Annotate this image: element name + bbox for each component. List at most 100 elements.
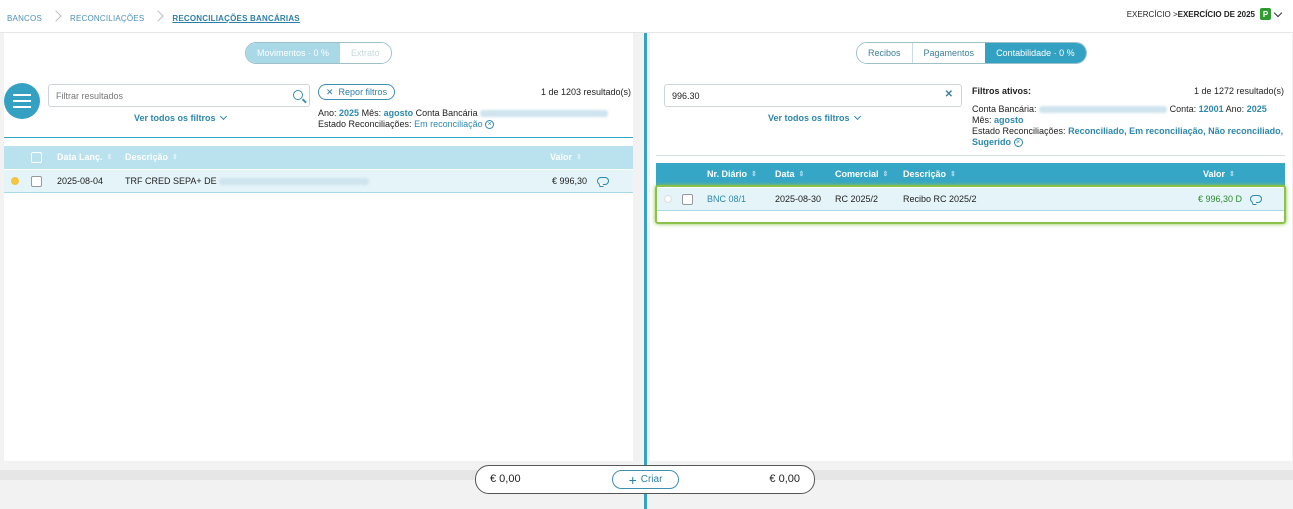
top-bar: Bancos Reconciliações Reconciliações Ban…: [0, 0, 1293, 33]
right-search-input[interactable]: 996.30 ✕: [664, 84, 962, 107]
col-label: Nr. Diário: [707, 169, 748, 179]
select-all-checkbox[interactable]: [31, 152, 42, 163]
reset-filters-button[interactable]: ✕ Repor filtros: [318, 84, 396, 100]
filter-estado-value: Reconciliado, Em reconciliação, Não reco…: [1068, 126, 1284, 136]
close-icon[interactable]: ✕: [945, 89, 953, 100]
sort-icon: ⇕: [798, 171, 805, 178]
search-value: 996.30: [672, 90, 700, 101]
redacted-name: [219, 178, 370, 186]
chevron-down-icon[interactable]: [1273, 8, 1283, 17]
panel-divider[interactable]: [644, 33, 647, 509]
remove-filter-icon[interactable]: ×: [485, 120, 495, 130]
col-data[interactable]: Data Lanç. ⇕: [57, 152, 112, 162]
row-value: € 996,30: [552, 176, 588, 186]
right-total: € 0,00: [769, 473, 800, 485]
left-search-input[interactable]: Filtrar resultados: [48, 84, 310, 107]
filter-estado-value-2: Sugerido: [972, 137, 1012, 147]
breadcrumb-reconciliacoes-bancarias[interactable]: Reconciliações Bancárias: [172, 14, 299, 23]
col-descricao[interactable]: Descrição ⇕: [125, 152, 178, 162]
row-date: 2025-08-04: [57, 176, 104, 186]
exercise-prefix: EXERCÍCIO >: [1126, 9, 1178, 19]
create-label: Criar: [640, 474, 663, 485]
row-checkbox[interactable]: [31, 176, 42, 187]
see-filters-label: Ver todos os filtros: [768, 113, 850, 123]
col-label: Data: [775, 169, 795, 179]
search-placeholder: Filtrar resultados: [56, 90, 124, 101]
tab-recibos[interactable]: Recibos: [857, 43, 912, 63]
status-dot-icon: [11, 177, 19, 185]
accounting-panel: Recibos Pagamentos Contabilidade · 0 % 9…: [650, 33, 1292, 461]
chevron-down-icon: [853, 112, 861, 121]
col-label: Valor: [1203, 169, 1226, 179]
left-active-filters: Ano: 2025 Mês: agosto Conta Bancária Est…: [318, 108, 628, 130]
filter-ano-label: Ano:: [1225, 104, 1245, 114]
tab-pagamentos[interactable]: Pagamentos: [911, 43, 986, 63]
row-description-text: TRF CRED SEPA+ DE: [125, 176, 217, 186]
chevron-down-icon: [219, 112, 227, 121]
menu-icon-line: [13, 100, 31, 102]
left-results-count: 1 de 1203 resultado(s): [540, 87, 631, 97]
sort-icon: ⇕: [172, 154, 178, 161]
breadcrumb-reconciliacoes[interactable]: Reconciliações: [70, 14, 144, 23]
col-data[interactable]: Data ⇕: [775, 169, 804, 179]
filter-ano-label: Ano:: [318, 108, 337, 118]
see-filters-label: Ver todos os filtros: [134, 113, 216, 123]
filter-conta2-value: 12001: [1198, 104, 1224, 114]
col-nr-diario[interactable]: Nr. Diário ⇕: [707, 169, 757, 179]
right-table-header: Nr. Diário ⇕ Data ⇕ Comercial ⇕ Descrição ⇕ …: [656, 163, 1285, 186]
left-divider: [4, 137, 633, 138]
row-description: TRF CRED SEPA+ DE: [125, 176, 370, 186]
filter-estado-value: Em reconciliação: [414, 119, 483, 129]
tab-movimentos[interactable]: Movimentos · 0 %: [246, 43, 341, 63]
col-label: Comercial: [835, 169, 879, 179]
right-tabs: Recibos Pagamentos Contabilidade · 0 %: [856, 42, 1087, 64]
filter-mes-label: Mês:: [361, 108, 382, 118]
comment-icon[interactable]: [597, 177, 609, 185]
active-filters-title: Filtros ativos:: [972, 86, 1032, 96]
reset-filters-label: Repor filtros: [338, 87, 388, 97]
tab-contabilidade[interactable]: Contabilidade · 0 %: [985, 43, 1086, 63]
col-descricao[interactable]: Descrição ⇕: [903, 169, 956, 179]
right-see-filters-link[interactable]: Ver todos os filtros: [768, 112, 861, 123]
exercise-value: EXERCÍCIO DE 2025: [1177, 9, 1255, 19]
sort-icon: ⇕: [1229, 171, 1235, 178]
search-icon[interactable]: [293, 90, 303, 100]
redacted-account: [480, 110, 609, 118]
col-valor[interactable]: Valor ⇕: [1203, 169, 1235, 179]
col-valor[interactable]: Valor ⇕: [550, 152, 582, 162]
filter-conta2-label: Conta:: [1169, 104, 1197, 114]
right-active-filters: Conta Bancária: Conta: 12001 Ano: 2025 M…: [972, 104, 1288, 148]
sort-icon: ⇕: [882, 171, 889, 178]
sort-icon: ⇕: [950, 171, 956, 178]
left-tabs: Movimentos · 0 % Extrato: [245, 42, 392, 64]
filter-estado-label: Estado Reconciliações:: [972, 126, 1066, 136]
col-label: Descrição: [125, 152, 169, 162]
footer-totals: € 0,00 + Criar € 0,00: [475, 465, 815, 494]
col-label: Data Lanç.: [57, 152, 103, 162]
tab-extrato[interactable]: Extrato: [340, 43, 391, 63]
create-button[interactable]: + Criar: [612, 470, 679, 489]
col-comercial[interactable]: Comercial ⇕: [835, 169, 888, 179]
left-total: € 0,00: [490, 473, 521, 485]
filter-mes-value: agosto: [383, 108, 414, 118]
exercise-badge: P: [1260, 8, 1271, 20]
menu-button[interactable]: [4, 83, 40, 119]
plus-icon: +: [628, 471, 637, 488]
sort-icon: ⇕: [576, 154, 582, 161]
filter-ano-value: 2025: [1246, 104, 1267, 114]
left-table-header: Data Lanç. ⇕ Descrição ⇕ Valor ⇕: [4, 146, 633, 169]
col-label: Valor: [550, 152, 573, 162]
highlight-box: [655, 185, 1286, 224]
remove-filter-icon[interactable]: ×: [1013, 138, 1023, 148]
col-label: Descrição: [903, 169, 947, 179]
sort-icon: ⇕: [751, 171, 757, 178]
exercise-selector[interactable]: EXERCÍCIO > EXERCÍCIO DE 2025 P: [1126, 8, 1283, 20]
breadcrumb-bancos[interactable]: Bancos: [7, 14, 42, 23]
movements-panel: Movimentos · 0 % Extrato Filtrar resulta…: [4, 33, 633, 461]
filter-estado-label: Estado Reconciliações:: [318, 119, 412, 129]
filter-mes-label: Mês:: [972, 115, 992, 125]
table-row[interactable]: 2025-08-04 TRF CRED SEPA+ DE € 996,30: [4, 170, 633, 193]
chevron-right-icon: [154, 11, 162, 25]
left-see-filters-link[interactable]: Ver todos os filtros: [134, 112, 227, 123]
menu-icon-line: [13, 94, 31, 96]
